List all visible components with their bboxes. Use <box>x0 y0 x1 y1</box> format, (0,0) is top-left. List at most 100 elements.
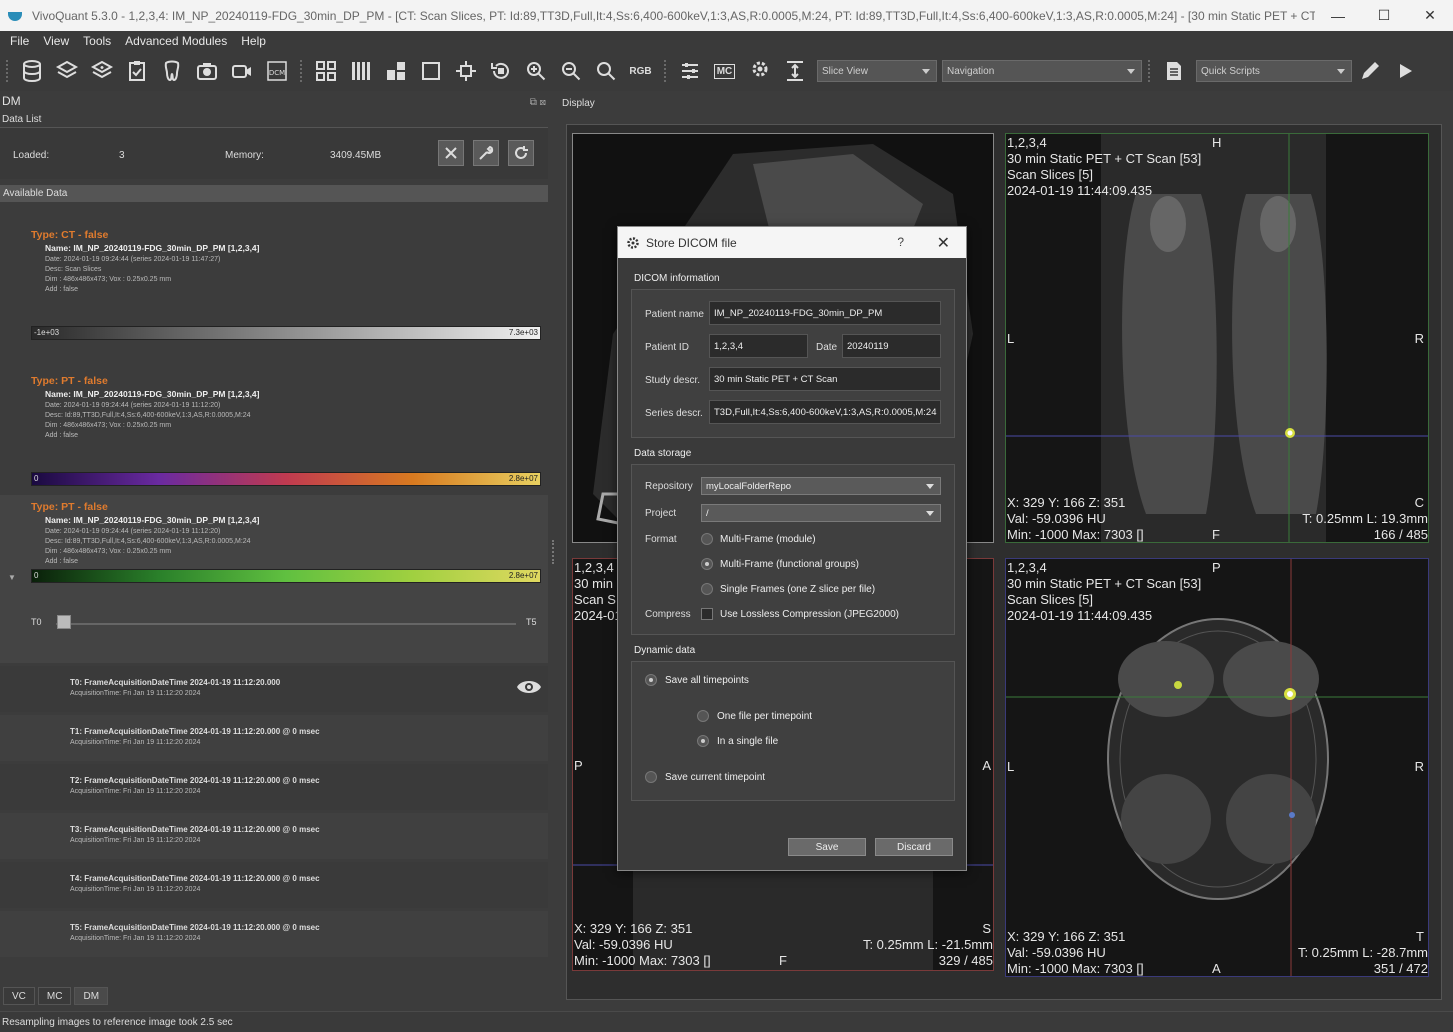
tab-mc[interactable]: MC <box>37 987 72 1005</box>
dataset-entry-pt-1[interactable]: Type: PT - false Name: IM_NP_20240119-FD… <box>0 368 548 494</box>
format-radio-single-frames[interactable] <box>701 583 713 595</box>
one-file-per-timepoint-label[interactable]: One file per timepoint <box>717 711 812 722</box>
study-descr-field[interactable]: 30 min Static PET + CT Scan <box>709 367 941 391</box>
quick-scripts-select[interactable]: Quick Scripts <box>1196 60 1352 82</box>
menu-help[interactable]: Help <box>241 34 266 48</box>
timepoint-item[interactable]: T2: FrameAcquisitionDateTime 2024-01-19 … <box>0 764 548 810</box>
timepoint-slider-handle[interactable] <box>57 615 71 629</box>
play-icon[interactable] <box>1387 56 1422 86</box>
timepoint-acq: AcquisitionTime: Fri Jan 19 11:12:20 202… <box>70 690 201 697</box>
zoom-fit-icon[interactable] <box>588 56 623 86</box>
document-icon[interactable] <box>1156 56 1191 86</box>
slice-view-select[interactable]: Slice View <box>817 60 937 82</box>
timepoint-item[interactable]: T3: FrameAcquisitionDateTime 2024-01-19 … <box>0 813 548 859</box>
viewport-coronal[interactable]: 1,2,3,4 30 min Static PET + CT Scan [53]… <box>1005 133 1429 543</box>
axial-orient-top: P <box>1212 560 1221 575</box>
dataset-type: Type: PT - false <box>31 501 108 513</box>
timepoint-item[interactable]: T4: FrameAcquisitionDateTime 2024-01-19 … <box>0 862 548 908</box>
fit-height-icon[interactable] <box>777 56 812 86</box>
database-icon[interactable] <box>14 56 49 86</box>
reset-view-icon[interactable] <box>483 56 518 86</box>
panel-splitter-handle[interactable] <box>552 540 555 564</box>
dataset-entry-ct[interactable]: Type: CT - false Name: IM_NP_20240119-FD… <box>0 222 548 348</box>
axial-slice: 351 / 472 <box>1373 961 1428 976</box>
tab-vc[interactable]: VC <box>3 987 35 1005</box>
save-current-timepoint-label[interactable]: Save current timepoint <box>665 772 765 783</box>
format-option-single-frames[interactable]: Single Frames (one Z slice per file) <box>720 584 875 595</box>
timepoint-item[interactable]: T5: FrameAcquisitionDateTime 2024-01-19 … <box>0 911 548 957</box>
dataset-entry-pt-2[interactable]: Type: PT - false Name: IM_NP_20240119-FD… <box>0 495 548 663</box>
dialog-close-button[interactable]: ✕ <box>937 233 950 253</box>
lossless-compression-checkbox[interactable] <box>701 608 713 620</box>
video-camera-icon[interactable] <box>224 56 259 86</box>
repository-select[interactable]: myLocalFolderRepo <box>701 477 941 495</box>
single-file-radio[interactable] <box>697 735 709 747</box>
close-data-button[interactable] <box>438 140 464 166</box>
minimize-button[interactable]: — <box>1315 8 1361 24</box>
refresh-button[interactable] <box>508 140 534 166</box>
crosshair-icon[interactable] <box>448 56 483 86</box>
navigation-select[interactable]: Navigation <box>942 60 1142 82</box>
coronal-orient-bottom: F <box>1212 527 1220 542</box>
eye-icon[interactable] <box>516 678 542 696</box>
grid-layout-icon[interactable] <box>308 56 343 86</box>
toolbar-separator <box>664 60 666 82</box>
save-button[interactable]: Save <box>788 838 866 856</box>
save-all-timepoints-label[interactable]: Save all timepoints <box>665 675 749 686</box>
lossless-compression-label[interactable]: Use Lossless Compression (JPEG2000) <box>720 609 899 620</box>
collapse-arrow-icon[interactable]: ▼ <box>8 573 16 582</box>
sliders-icon[interactable] <box>672 56 707 86</box>
format-radio-module[interactable] <box>701 533 713 545</box>
wrench-button[interactable] <box>473 140 499 166</box>
menu-view[interactable]: View <box>43 34 69 48</box>
colormap-bar-pt-green[interactable]: 0 2.8e+07 <box>31 569 541 583</box>
timepoint-slider-track[interactable] <box>56 623 516 625</box>
maximize-button[interactable]: ☐ <box>1361 7 1407 24</box>
zoom-out-icon[interactable] <box>553 56 588 86</box>
timepoint-item[interactable]: T1: FrameAcquisitionDateTime 2024-01-19 … <box>0 715 548 761</box>
dataset-dim: Dim : 486x486x473; Vox : 0.25x0.25 mm <box>45 548 172 555</box>
single-file-label[interactable]: In a single file <box>717 736 778 747</box>
colormap-bar-pt[interactable]: 0 2.8e+07 <box>31 472 541 486</box>
rgb-icon[interactable]: RGB <box>623 56 658 86</box>
date-field[interactable]: 20240119 <box>842 334 941 358</box>
clipboard-check-icon[interactable] <box>119 56 154 86</box>
panel-float-close-icon[interactable]: ⧉ ⊠ <box>530 97 546 108</box>
sagittal-minmax: Min: -1000 Max: 7303 [] <box>574 953 711 968</box>
viewport-axial[interactable]: 1,2,3,4 30 min Static PET + CT Scan [53]… <box>1005 558 1429 977</box>
series-descr-field[interactable]: T3D,Full,It:4,Ss:6,400-600keV,1:3,AS,R:0… <box>709 400 941 424</box>
help-button[interactable]: ? <box>897 235 904 249</box>
save-current-timepoint-radio[interactable] <box>645 771 657 783</box>
one-file-per-timepoint-radio[interactable] <box>697 710 709 722</box>
tooth-icon[interactable] <box>154 56 189 86</box>
menu-tools[interactable]: Tools <box>83 34 111 48</box>
format-option-functional-groups[interactable]: Multi-Frame (functional groups) <box>720 559 859 570</box>
single-view-icon[interactable] <box>413 56 448 86</box>
menu-file[interactable]: File <box>10 34 29 48</box>
save-all-timepoints-radio[interactable] <box>645 674 657 686</box>
discard-button[interactable]: Discard <box>875 838 953 856</box>
close-window-button[interactable]: ✕ <box>1407 7 1453 24</box>
menu-bar: File View Tools Advanced Modules Help <box>0 31 1453 51</box>
format-radio-functional-groups[interactable] <box>701 558 713 570</box>
dicom-export-icon[interactable]: DCM <box>259 56 294 86</box>
columns-layout-icon[interactable] <box>343 56 378 86</box>
timepoint-item[interactable]: T0: FrameAcquisitionDateTime 2024-01-19 … <box>0 666 548 712</box>
tab-dm[interactable]: DM <box>74 987 109 1005</box>
patient-name-field[interactable]: IM_NP_20240119-FDG_30min_DP_PM <box>709 301 941 325</box>
patient-id-field[interactable]: 1,2,3,4 <box>709 334 808 358</box>
format-option-module[interactable]: Multi-Frame (module) <box>720 534 816 545</box>
dm-gear-icon[interactable] <box>742 56 777 86</box>
layers-icon[interactable] <box>49 56 84 86</box>
menu-advanced-modules[interactable]: Advanced Modules <box>125 34 227 48</box>
layers-add-icon[interactable] <box>84 56 119 86</box>
coronal-orient-right: R <box>1414 331 1424 346</box>
mixed-layout-icon[interactable] <box>378 56 413 86</box>
project-select[interactable]: / <box>701 504 941 522</box>
mc-icon[interactable]: MC <box>707 56 742 86</box>
camera-icon[interactable] <box>189 56 224 86</box>
pencil-icon[interactable] <box>1352 56 1387 86</box>
series-descr-label: Series descr. <box>645 408 703 419</box>
zoom-in-icon[interactable] <box>518 56 553 86</box>
colormap-bar-ct[interactable]: -1e+03 7.3e+03 <box>31 326 541 340</box>
